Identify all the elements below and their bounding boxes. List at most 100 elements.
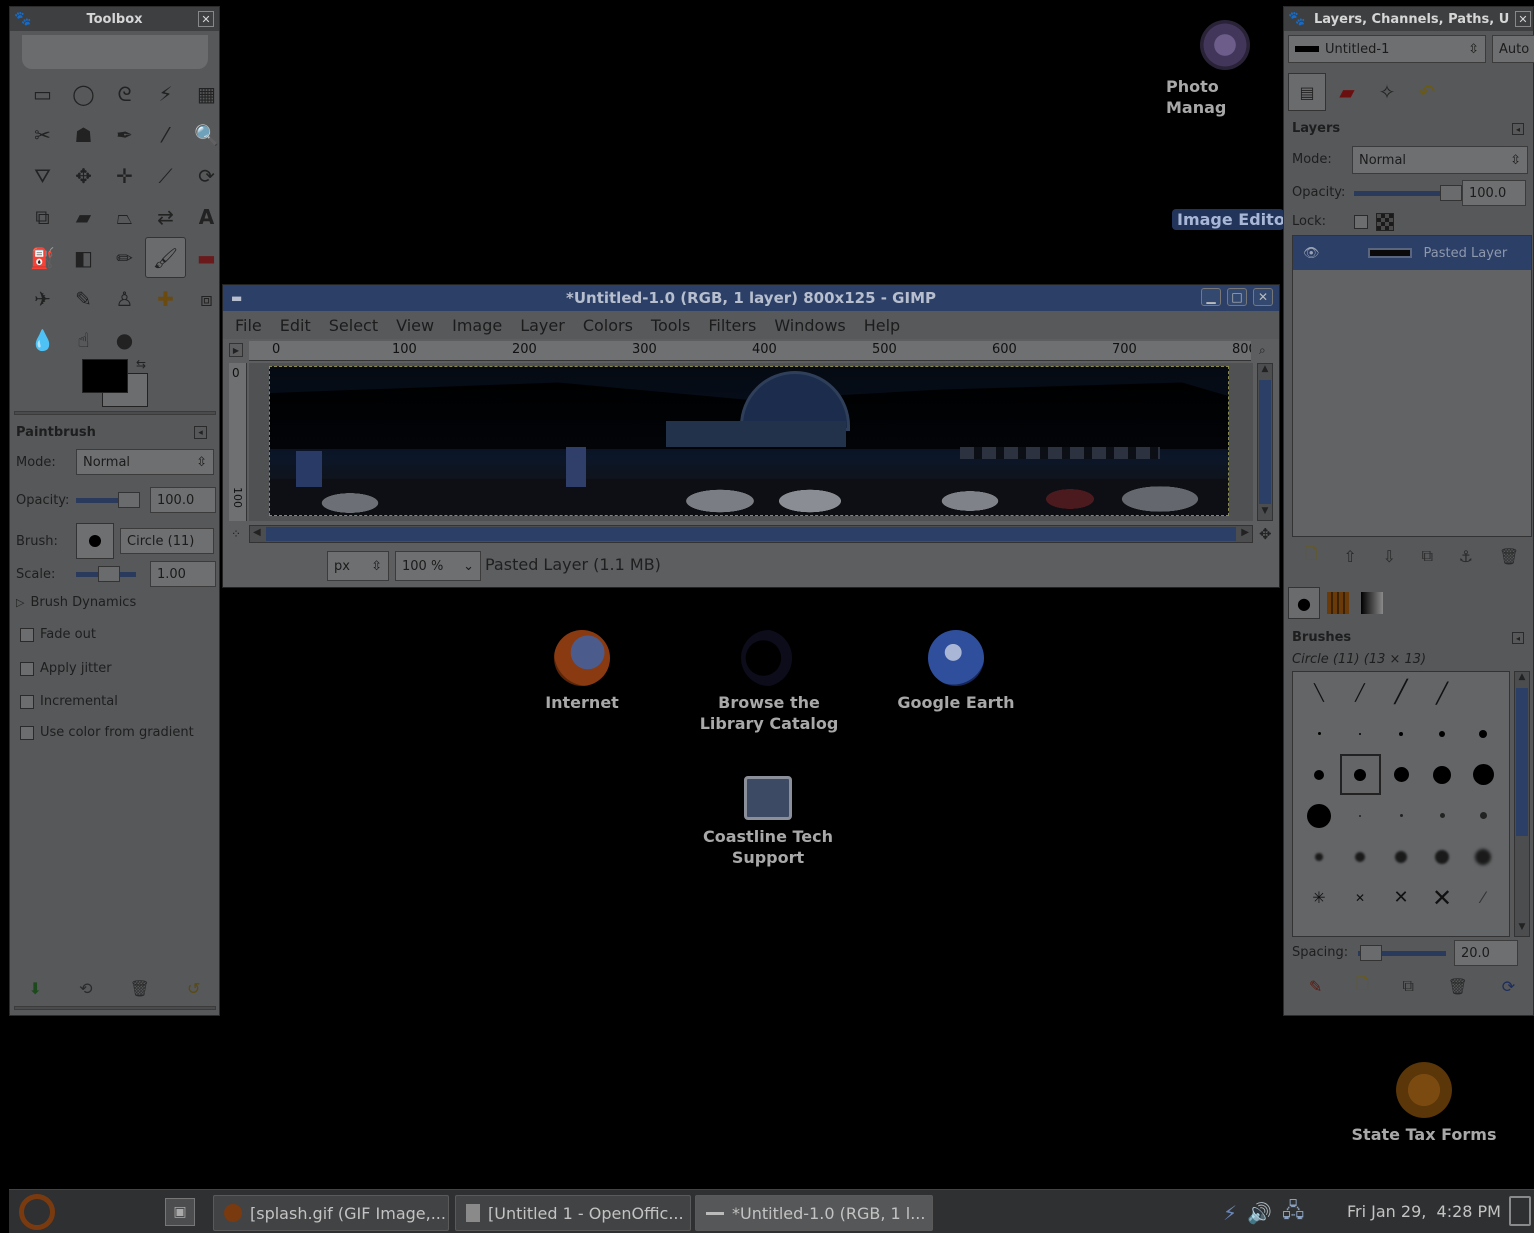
lock-alpha-icon[interactable] bbox=[1376, 213, 1394, 231]
blur-icon[interactable]: 💧 bbox=[22, 319, 63, 360]
brush-swatch[interactable] bbox=[1299, 713, 1340, 754]
menu-tools[interactable]: Tools bbox=[651, 316, 690, 335]
layer-mode-select[interactable]: Normal ⇳ bbox=[1352, 146, 1528, 174]
apply-jitter-checkbox[interactable]: Apply jitter bbox=[20, 661, 112, 676]
shear-icon[interactable]: ▰ bbox=[63, 196, 104, 237]
rotate-icon[interactable]: ⟳ bbox=[186, 155, 227, 196]
brush-swatch[interactable] bbox=[1299, 795, 1340, 836]
brush-swatch[interactable] bbox=[1422, 795, 1463, 836]
brush-swatch[interactable] bbox=[1340, 713, 1381, 754]
select-by-color-icon[interactable]: ▦ bbox=[186, 73, 227, 114]
layers-dock-titlebar[interactable]: 🐾 Layers, Channels, Paths, U ✕ bbox=[1284, 7, 1533, 31]
brush-swatch[interactable]: ╲ bbox=[1299, 672, 1340, 713]
scroll-right-icon[interactable]: ▶ bbox=[1241, 527, 1249, 538]
bucket-fill-icon[interactable]: ⛽ bbox=[22, 237, 63, 278]
menu-layer[interactable]: Layer bbox=[520, 316, 565, 335]
free-select-icon[interactable]: ᘓ bbox=[104, 73, 145, 114]
checkbox[interactable] bbox=[20, 661, 34, 676]
layer-row[interactable]: 👁 Pasted Layer bbox=[1293, 236, 1531, 270]
horizontal-scrollbar[interactable]: ◀ ▶ bbox=[249, 525, 1253, 543]
vertical-scrollbar[interactable]: ▲ ▼ bbox=[1257, 363, 1273, 521]
channels-tab-icon[interactable]: ▰ bbox=[1328, 73, 1366, 111]
brush-swatch[interactable]: ✕ bbox=[1340, 877, 1381, 918]
close-button[interactable]: ✕ bbox=[1253, 288, 1273, 306]
scroll-left-icon[interactable]: ◀ bbox=[253, 527, 261, 538]
anchor-layer-icon[interactable]: ⚓ bbox=[1459, 547, 1473, 566]
scroll-thumb[interactable] bbox=[1259, 380, 1271, 504]
clone-icon[interactable]: ♙ bbox=[104, 278, 145, 319]
navigate-icon[interactable]: ⁘ bbox=[231, 527, 241, 541]
canvas-area[interactable] bbox=[249, 363, 1253, 521]
flip-icon[interactable]: ⇄ bbox=[145, 196, 186, 237]
desktop-icon-google-earth[interactable]: Google Earth bbox=[888, 630, 1024, 713]
brush-swatch[interactable] bbox=[1463, 754, 1504, 795]
color-picker-icon[interactable]: ⁄ bbox=[145, 114, 186, 155]
menu-help[interactable]: Help bbox=[864, 316, 900, 335]
panel-menu-icon[interactable]: ◂ bbox=[1512, 123, 1524, 135]
brush-name-field[interactable]: Circle (11) bbox=[120, 528, 214, 554]
fade-out-checkbox[interactable]: Fade out bbox=[20, 627, 96, 642]
image-select[interactable]: Untitled-1 ⇳ bbox=[1288, 35, 1486, 63]
menu-view[interactable]: View bbox=[396, 316, 434, 335]
volume-icon[interactable]: 🔊 bbox=[1247, 1201, 1272, 1225]
opacity-slider[interactable] bbox=[76, 491, 140, 508]
brush-swatch[interactable]: ╱ bbox=[1381, 672, 1422, 713]
task-openoffice[interactable]: [Untitled 1 - OpenOffic... bbox=[455, 1195, 691, 1231]
perspective-clone-icon[interactable]: ⧈ bbox=[186, 278, 227, 319]
minimize-button[interactable]: ▁ bbox=[1201, 288, 1221, 306]
opacity-input[interactable]: 100.0 bbox=[150, 487, 216, 513]
show-desktop-icon[interactable]: ▣ bbox=[165, 1198, 195, 1226]
paths-tab-icon[interactable]: ✧ bbox=[1368, 73, 1406, 111]
crop-icon[interactable]: ⟋ bbox=[145, 155, 186, 196]
brush-swatch[interactable]: ✕ bbox=[1422, 877, 1463, 918]
undo-tab-icon[interactable]: ↶ bbox=[1408, 73, 1446, 111]
lower-layer-icon[interactable]: ⇩ bbox=[1383, 547, 1396, 566]
delete-options-icon[interactable]: 🗑 bbox=[130, 979, 150, 998]
clock[interactable]: Fri Jan 29, 4:28 PM bbox=[1347, 1202, 1501, 1221]
checkbox[interactable] bbox=[20, 725, 34, 740]
layer-opacity-slider[interactable] bbox=[1354, 185, 1462, 201]
zoom-icon[interactable]: 🔍 bbox=[186, 114, 227, 155]
align-icon[interactable]: ✛ bbox=[104, 155, 145, 196]
brush-swatch[interactable] bbox=[1299, 754, 1340, 795]
duplicate-layer-icon[interactable]: ⧉ bbox=[1422, 546, 1433, 566]
ink-icon[interactable]: ✎ bbox=[63, 278, 104, 319]
scale-icon[interactable]: ⧉ bbox=[22, 196, 63, 237]
refresh-brushes-icon[interactable]: ⟳ bbox=[1502, 977, 1515, 996]
tool-options-menu-icon[interactable]: ◂ bbox=[194, 426, 207, 439]
trash-icon[interactable] bbox=[1509, 1196, 1531, 1226]
ubuntu-menu-icon[interactable] bbox=[19, 1194, 55, 1230]
zoom-fit-icon[interactable]: ⌕ bbox=[1259, 343, 1266, 358]
brush-swatch[interactable] bbox=[1299, 836, 1340, 877]
menu-file[interactable]: File bbox=[235, 316, 262, 335]
reset-options-icon[interactable]: ↺ bbox=[187, 979, 200, 998]
navigate-cross-icon[interactable]: ✥ bbox=[1259, 525, 1272, 543]
mode-select[interactable]: Normal ⇳ bbox=[76, 449, 214, 475]
window-menu-icon[interactable]: ▬ bbox=[231, 291, 242, 305]
text-icon[interactable]: A bbox=[186, 196, 227, 237]
save-options-icon[interactable]: ⬇ bbox=[29, 979, 42, 998]
brush-swatch[interactable] bbox=[1340, 836, 1381, 877]
patterns-tab-icon[interactable] bbox=[1322, 587, 1354, 619]
new-layer-icon[interactable]: 🗋 bbox=[1305, 543, 1318, 570]
raise-layer-icon[interactable]: ⇧ bbox=[1343, 547, 1356, 566]
image-window-titlebar[interactable]: ▬ *Untitled-1.0 (RGB, 1 layer) 800x125 -… bbox=[223, 285, 1279, 311]
gradients-tab-icon[interactable] bbox=[1356, 587, 1388, 619]
zoom-select[interactable]: 100 % ⌄ bbox=[395, 551, 481, 581]
spacing-slider[interactable] bbox=[1358, 945, 1446, 961]
network-icon[interactable]: 🖧 bbox=[1282, 1196, 1304, 1230]
move-icon[interactable]: ✥ bbox=[63, 155, 104, 196]
paths-icon[interactable]: ✒ bbox=[104, 114, 145, 155]
ellipse-select-icon[interactable]: ◯ bbox=[63, 73, 104, 114]
fuzzy-select-icon[interactable]: ⚡ bbox=[145, 73, 186, 114]
quick-mask-toggle-icon[interactable]: ▶ bbox=[229, 343, 243, 357]
foreground-color-swatch[interactable] bbox=[82, 359, 128, 393]
delete-brush-icon[interactable]: 🗑 bbox=[1448, 977, 1468, 996]
brush-swatch[interactable] bbox=[1463, 795, 1504, 836]
slider-handle[interactable] bbox=[118, 491, 140, 508]
brush-swatch[interactable] bbox=[1463, 672, 1504, 713]
layers-tab-icon[interactable]: ▤ bbox=[1288, 73, 1326, 111]
incremental-checkbox[interactable]: Incremental bbox=[20, 694, 118, 709]
brush-swatch[interactable] bbox=[1422, 754, 1463, 795]
perspective-icon[interactable]: ⏢ bbox=[104, 196, 145, 237]
